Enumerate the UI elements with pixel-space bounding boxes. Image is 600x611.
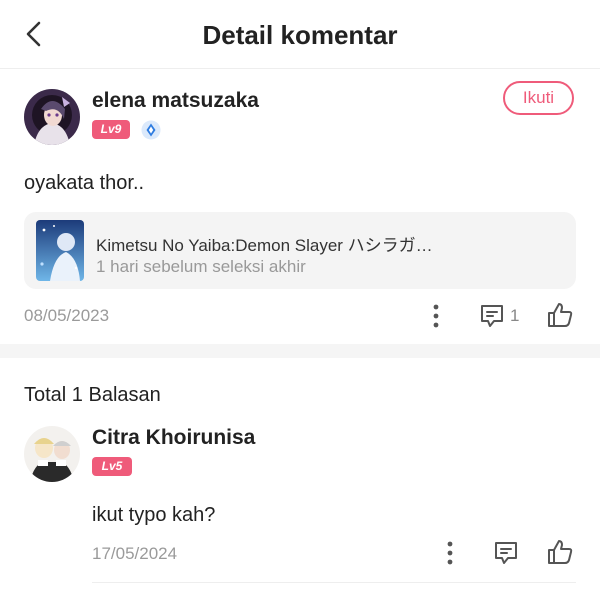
top-bar: Detail komentar (0, 0, 600, 69)
avatar[interactable] (24, 89, 80, 145)
page-title: Detail komentar (202, 20, 398, 50)
comment-text: oyakata thor.. (24, 172, 145, 194)
reply-count: 1 (510, 306, 520, 325)
section-divider (0, 344, 600, 358)
level-badge: Lv9 (92, 120, 130, 139)
verified-gem-icon (141, 120, 161, 140)
comment-icon (481, 305, 503, 327)
reply-date: 17/05/2024 (92, 544, 178, 563)
follow-button[interactable]: Ikuti (503, 81, 574, 115)
comment-author-name[interactable]: elena matsuzaka (92, 89, 259, 113)
work-title: Kimetsu No Yaiba:Demon Slayer ハシラガ… (96, 236, 433, 255)
work-card[interactable]: Kimetsu No Yaiba:Demon Slayer ハシラガ… 1 ha… (24, 212, 576, 289)
reply-more-button[interactable] (440, 540, 460, 566)
reply-reply-button[interactable] (492, 539, 520, 567)
thumbs-up-icon (548, 540, 573, 564)
reply-text: ikut typo kah? (92, 504, 216, 526)
replies-total: Total 1 Balasan (24, 384, 161, 406)
more-vertical-icon (447, 541, 453, 565)
more-button[interactable] (426, 303, 446, 329)
comment-icon (495, 542, 517, 564)
like-button[interactable] (546, 301, 574, 329)
work-subtitle: 1 hari sebelum seleksi akhir (96, 257, 306, 276)
thumbs-up-icon (548, 303, 573, 327)
reply-level-badge: Lv5 (92, 457, 132, 476)
reply-author-name[interactable]: Citra Khoirunisa (92, 426, 255, 450)
more-vertical-icon (433, 304, 439, 328)
avatar-image (24, 89, 80, 145)
verified-gem-badge (141, 120, 161, 140)
reply-divider (92, 582, 576, 583)
reply-avatar[interactable] (24, 426, 80, 482)
work-cover-image (36, 220, 84, 281)
work-thumbnail (36, 220, 84, 281)
comment-detail-screen: Detail komentar elena matsuzaka Lv9 Ikut… (0, 0, 600, 611)
avatar-image (24, 426, 80, 482)
reply-button[interactable] (478, 302, 506, 330)
comment-date: 08/05/2023 (24, 306, 110, 325)
reply-like-button[interactable] (546, 538, 574, 566)
